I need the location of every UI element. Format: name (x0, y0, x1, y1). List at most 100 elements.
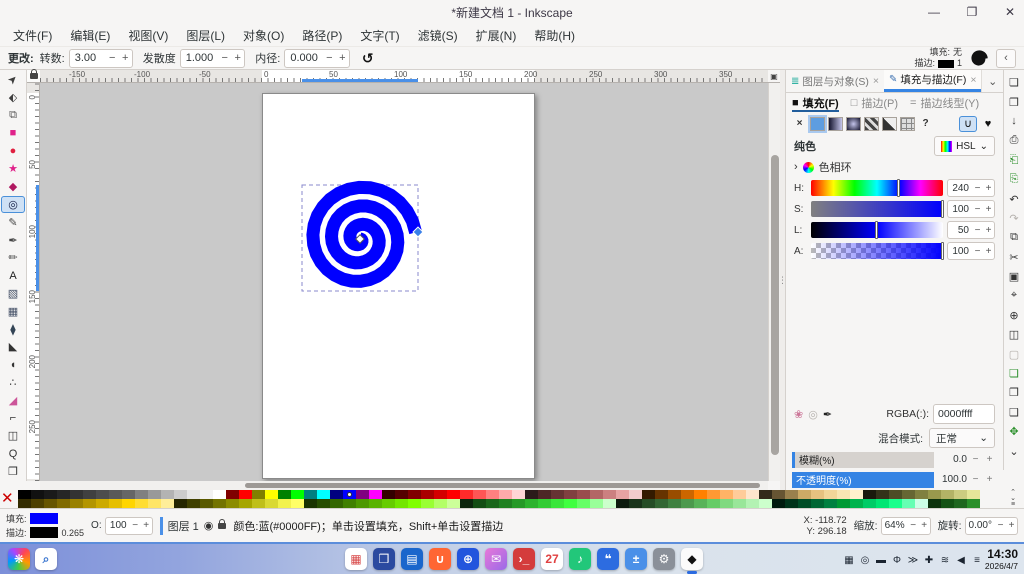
music-icon[interactable]: ♪ (569, 548, 591, 570)
palette-swatch-69[interactable] (915, 490, 928, 499)
palette-swatch-49[interactable] (655, 490, 668, 499)
more-commands-button[interactable]: ⌄ (1005, 441, 1023, 460)
palette-swatch-26[interactable] (356, 499, 369, 508)
no-color-swatch[interactable]: ✕ (1, 490, 14, 508)
redo-button[interactable]: ↷ (1005, 209, 1023, 228)
palette-swatch-19[interactable] (265, 499, 278, 508)
palette-swatch-7[interactable] (109, 490, 122, 499)
palette-swatch-59[interactable] (785, 490, 798, 499)
palette-swatch-34[interactable] (460, 499, 473, 508)
palette-swatch-5[interactable] (83, 490, 96, 499)
palette-swatch-59[interactable] (785, 499, 798, 508)
gradient-tool[interactable]: ▧ (1, 285, 25, 303)
palette-swatch-27[interactable] (369, 490, 382, 499)
palette-swatch-21[interactable] (291, 490, 304, 499)
palette-swatch-38[interactable] (512, 499, 525, 508)
pencil-tool[interactable]: ✎ (1, 213, 25, 231)
slider-spinbox[interactable]: 100 − + (947, 200, 995, 218)
palette-swatch-23[interactable] (317, 490, 330, 499)
lock-icon[interactable] (29, 69, 38, 79)
palette-swatch-22[interactable] (304, 490, 317, 499)
launcher-icon[interactable]: ❋ (8, 548, 30, 570)
fill-rule-evenodd-button[interactable]: ∪ (959, 115, 977, 132)
menu-item-6[interactable]: 文字(T) (351, 25, 408, 46)
blur-slider[interactable]: 模糊(%) (792, 451, 934, 468)
eyedropper-icon[interactable]: ✒ (823, 408, 832, 421)
palette-swatch-31[interactable] (421, 499, 434, 508)
menu-item-3[interactable]: 图层(L) (177, 25, 234, 46)
palette-swatch-51[interactable] (681, 499, 694, 508)
palette-swatch-70[interactable] (928, 490, 941, 499)
palette-swatch-30[interactable] (408, 490, 421, 499)
paint-none-button[interactable]: × (792, 117, 807, 131)
palette-swatch-72[interactable] (954, 499, 967, 508)
inkscape-icon[interactable]: ◆ (681, 548, 703, 574)
slider-spinbox[interactable]: 240 − + (947, 179, 995, 197)
paint-pattern-button[interactable] (864, 116, 879, 131)
palette-swatch-64[interactable] (850, 499, 863, 508)
clone-button[interactable]: ❐ (1005, 383, 1023, 402)
palette-swatch-65[interactable] (863, 490, 876, 499)
palette-swatch-69[interactable] (915, 499, 928, 508)
transform-button[interactable]: ✥ (1005, 422, 1023, 441)
palette-swatch-36[interactable] (486, 499, 499, 508)
palette-swatch-9[interactable] (135, 490, 148, 499)
title-bar[interactable]: *新建文档 1 - Inkscape — ❐ ✕ (0, 0, 1024, 24)
palette-swatch-31[interactable] (421, 490, 434, 499)
eraser-tool[interactable]: ◢ (1, 391, 25, 409)
palette-swatch-47[interactable] (629, 490, 642, 499)
star-tool[interactable]: ★ (1, 160, 25, 178)
palette-swatch-18[interactable] (252, 490, 265, 499)
paint-linear-gradient-button[interactable] (828, 116, 843, 131)
palette-swatch-44[interactable] (590, 499, 603, 508)
palette-swatch-29[interactable] (395, 499, 408, 508)
palette-swatch-33[interactable] (447, 490, 460, 499)
cut-button[interactable]: ✂ (1005, 248, 1023, 267)
browser-icon[interactable]: ⊕ (457, 548, 479, 570)
fill-color-swatch[interactable] (29, 513, 58, 524)
palette-swatch-66[interactable] (876, 490, 889, 499)
palette-swatch-6[interactable] (96, 490, 109, 499)
slider-track[interactable] (811, 242, 944, 260)
slider-handle[interactable] (897, 179, 901, 197)
palette-swatch-32[interactable] (434, 499, 447, 508)
tweak-tool[interactable]: ◖ (1, 356, 25, 374)
palette-swatch-55[interactable] (733, 490, 746, 499)
palette-swatch-0[interactable] (18, 490, 31, 499)
ellipse-tool[interactable]: ● (1, 142, 25, 160)
palette-swatch-10[interactable] (148, 490, 161, 499)
palette-swatch-71[interactable] (941, 490, 954, 499)
battery-tray-icon[interactable]: ▬ (874, 553, 888, 567)
control-center-icon[interactable]: ⚙ (653, 548, 675, 570)
palette-swatch-12[interactable] (174, 490, 187, 499)
palette-swatch-12[interactable] (174, 499, 187, 508)
fill-stroke-indicator[interactable]: 填充: 描边: 0.265 (6, 512, 84, 539)
zoom-spinbox[interactable]: 64% − + (880, 516, 931, 535)
palette-swatch-46[interactable] (616, 499, 629, 508)
palette-swatch-1[interactable] (31, 490, 44, 499)
palette-swatch-54[interactable] (720, 499, 733, 508)
duplicate-button[interactable]: ❏ (1005, 364, 1023, 383)
palette-swatch-0[interactable] (18, 499, 31, 508)
layer-lock-icon[interactable] (218, 518, 227, 529)
paint-swatch-button[interactable] (882, 116, 897, 131)
palette-swatch-17[interactable] (239, 499, 252, 508)
palette-swatch-29[interactable] (395, 490, 408, 499)
palette-swatch-5[interactable] (83, 499, 96, 508)
palette-swatch-50[interactable] (668, 490, 681, 499)
palette-swatch-63[interactable] (837, 490, 850, 499)
palette-swatch-37[interactable] (499, 490, 512, 499)
spin-plus-button[interactable]: + (119, 52, 132, 64)
undo-button[interactable]: ↶ (1005, 189, 1023, 208)
spin-minus-button[interactable]: − (106, 52, 119, 64)
horizontal-ruler[interactable]: -150 -100 -50 0 50 100 150 200 250 300 350 (40, 70, 768, 83)
palette-swatch-1[interactable] (31, 499, 44, 508)
palette-swatch-11[interactable] (161, 490, 174, 499)
palette-swatch-57[interactable] (759, 499, 772, 508)
multitasking-icon[interactable]: ▦ (345, 548, 367, 570)
zoom-tool[interactable]: Q (1, 445, 25, 463)
new-document-button[interactable]: ❏ (1005, 73, 1023, 92)
palette-swatch-27[interactable] (369, 499, 382, 508)
paint-unknown-button[interactable]: ? (918, 117, 933, 131)
mail-icon[interactable]: ✉ (485, 548, 507, 570)
